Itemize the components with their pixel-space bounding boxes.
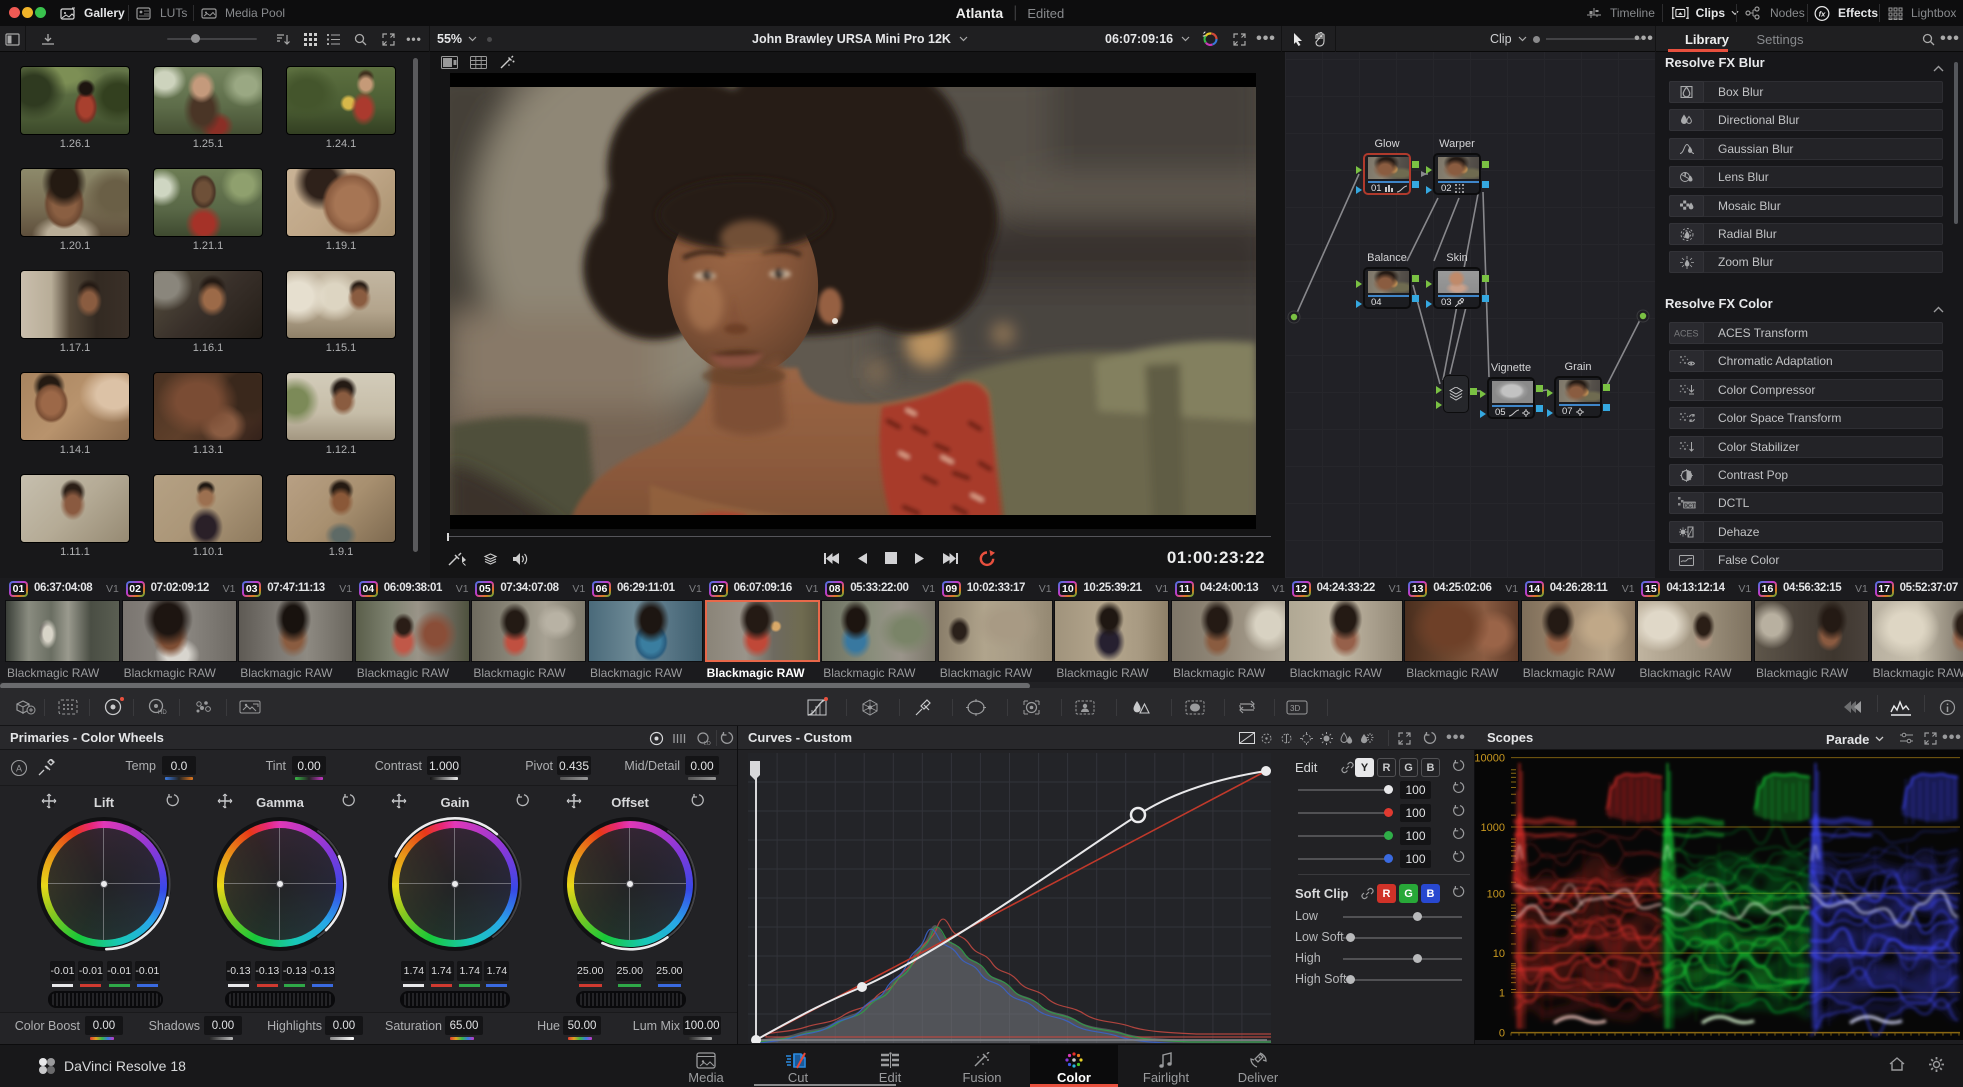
svg-text:LOG: LOG — [704, 741, 711, 746]
svg-text:DCTL: DCTL — [1684, 504, 1696, 510]
svg-text:ACES: ACES — [1674, 329, 1699, 339]
svg-text:10000: 10000 — [1475, 753, 1505, 765]
svg-text:HDR: HDR — [158, 710, 167, 716]
svg-text:0: 0 — [1499, 1028, 1505, 1040]
svg-text:3D: 3D — [1290, 704, 1300, 713]
svg-text:A: A — [16, 764, 22, 774]
svg-text:10: 10 — [1493, 948, 1505, 960]
svg-text:1: 1 — [1499, 987, 1505, 999]
svg-text:fx: fx — [1819, 9, 1827, 18]
svg-text:1000: 1000 — [1481, 822, 1505, 834]
svg-text:100: 100 — [1487, 888, 1505, 900]
